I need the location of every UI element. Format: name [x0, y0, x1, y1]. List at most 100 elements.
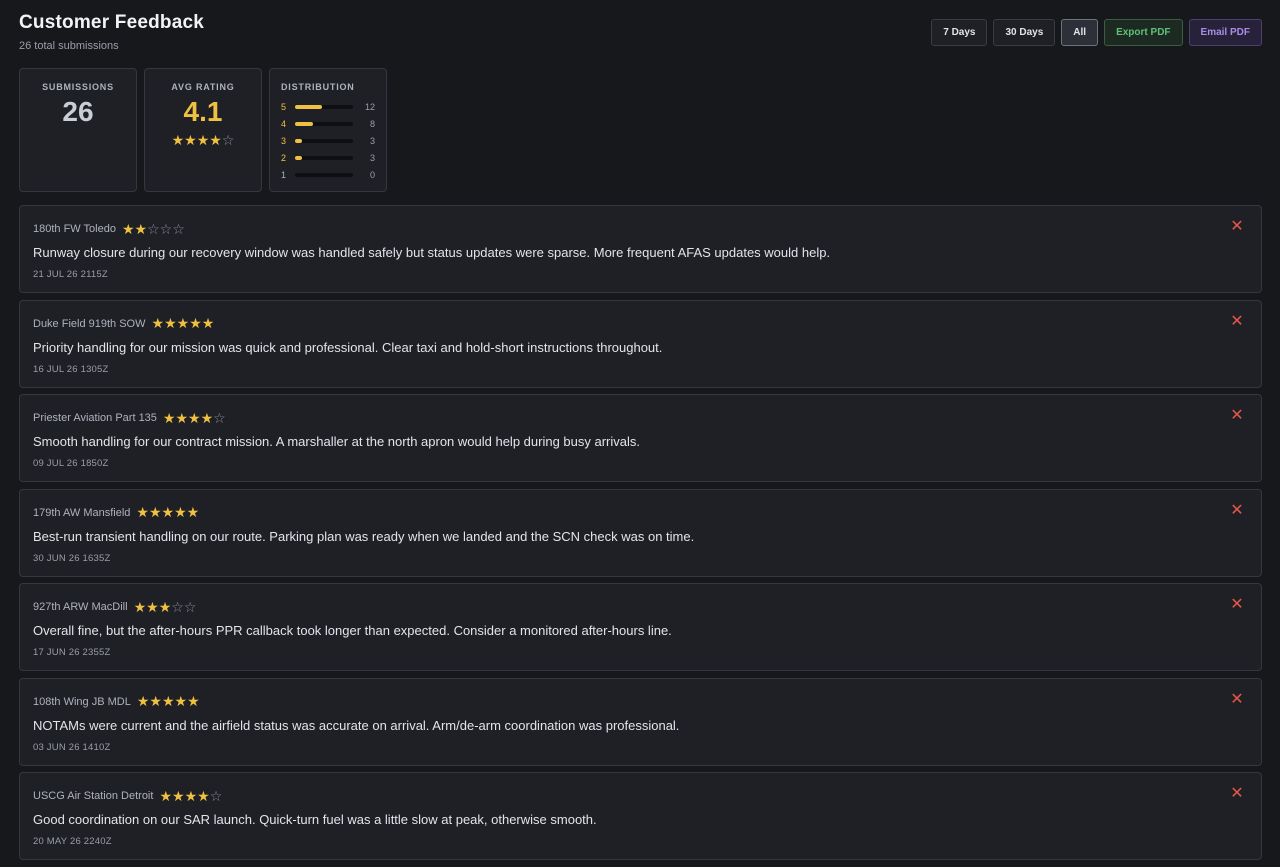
distribution-bar-fill [295, 121, 313, 126]
feedback-comment: Runway closure during our recovery windo… [33, 245, 831, 260]
total-submissions: 26 total submissions [19, 40, 119, 52]
delete-feedback-close-icon[interactable]: ✕ [1230, 691, 1244, 707]
distribution-label: DISTRIBUTION [281, 82, 355, 92]
email-pdf-button[interactable]: Email PDF [1188, 19, 1262, 46]
feedback-header: 927th ARW MacDill ★★★☆☆ [33, 599, 1248, 615]
feedback-header: Duke Field 919th SOW ★★★★★ [33, 315, 1248, 332]
feedback-rating-stars: ★★★★★ [137, 693, 200, 710]
star-filled-icon: ★ [162, 409, 176, 426]
distribution-rows: 5 12 4 8 3 3 2 3 1 0 [270, 98, 386, 183]
star-empty-icon: ☆ [213, 409, 226, 426]
feedback-header: 108th Wing JB MDL ★★★★★ [33, 693, 1248, 710]
feedback-timestamp: 16 JUL 26 1305Z [33, 363, 109, 375]
distribution-count: 8 [369, 118, 375, 129]
feedback-unit-name: 108th Wing JB MDL [33, 695, 131, 708]
star-filled-icon: ★ [164, 315, 177, 331]
star-filled-icon: ★ [171, 132, 185, 148]
star-filled-icon: ★ [201, 315, 215, 331]
distribution-row: 48 [281, 115, 375, 132]
distribution-count: 12 [364, 101, 375, 112]
star-filled-icon: ★ [196, 132, 210, 148]
feedback-unit-name: Priester Aviation Part 135 [33, 412, 157, 424]
page-title: Customer Feedback [19, 12, 205, 33]
star-filled-icon: ★ [136, 504, 149, 520]
star-filled-icon: ★ [121, 220, 135, 237]
star-filled-icon: ★ [176, 315, 190, 331]
feedback-timestamp: 17 JUN 26 2355Z [33, 647, 111, 658]
feedback-rating-stars: ★★★★☆ [159, 788, 222, 805]
feedback-card: 180th FW Toledo ★★☆☆☆ Runway closure durin… [19, 205, 1262, 293]
distribution-bar-track [295, 104, 353, 109]
avg-rating-card: AVG RATING 4.1 ★★★★☆ [144, 68, 262, 192]
feedback-header: USCG Air Station Detroit ★★★★☆ [33, 788, 1248, 804]
feedback-rating-stars: ★★★★★ [152, 315, 215, 332]
star-filled-icon: ★ [172, 787, 185, 804]
distribution-star-level: 5 [281, 101, 287, 112]
feedback-rating-stars: ★★★☆☆ [134, 599, 197, 616]
feedback-comment: Best-run transient handling on our route… [33, 528, 695, 544]
feedback-timestamp: 21 JUL 26 2115Z [33, 269, 108, 280]
delete-feedback-close-icon[interactable]: ✕ [1230, 597, 1244, 613]
feedback-comment: Good coordination on our SAR launch. Qui… [33, 812, 597, 827]
star-filled-icon: ★ [200, 409, 214, 426]
star-empty-icon: ☆ [147, 220, 160, 237]
page-header: Customer Feedback 26 total submissions [19, 12, 204, 52]
star-filled-icon: ★ [174, 693, 188, 709]
distribution-row: 10 [281, 166, 375, 183]
feedback-rating-stars: ★★☆☆☆ [122, 221, 185, 238]
star-filled-icon: ★ [187, 693, 200, 709]
star-filled-icon: ★ [197, 787, 210, 804]
star-filled-icon: ★ [134, 220, 148, 237]
star-filled-icon: ★ [151, 315, 165, 331]
feedback-comment: NOTAMs were current and the airfield sta… [33, 717, 680, 733]
feedback-rating-stars: ★★★★★ [136, 504, 199, 521]
star-filled-icon: ★ [158, 598, 172, 615]
distribution-row: 33 [281, 132, 375, 149]
star-filled-icon: ★ [209, 132, 222, 148]
delete-feedback-close-icon[interactable]: ✕ [1230, 786, 1244, 802]
distribution-row: 5 12 [281, 98, 375, 115]
delete-feedback-close-icon[interactable]: ✕ [1230, 313, 1244, 329]
feedback-rating-stars: ★★★★☆ [163, 410, 226, 427]
star-filled-icon: ★ [159, 787, 172, 804]
star-filled-icon: ★ [174, 504, 187, 520]
feedback-timestamp: 09 JUL 26 1850Z [33, 458, 109, 469]
feedback-card: Duke Field 919th SOW ★★★★★ Priority handli… [19, 299, 1262, 388]
feedback-unit-name: USCG Air Station Detroit [33, 790, 154, 802]
distribution-count: 3 [369, 152, 375, 163]
star-filled-icon: ★ [133, 598, 147, 615]
distribution-count: 3 [369, 135, 375, 146]
feedback-unit-name: 180th FW Toledo [33, 223, 116, 235]
distribution-count: 0 [369, 169, 375, 180]
star-filled-icon: ★ [148, 504, 162, 520]
delete-feedback-close-icon[interactable]: ✕ [1230, 219, 1244, 235]
submissions-label: SUBMISSIONS [42, 82, 114, 92]
feedback-card: 108th Wing JB MDL ★★★★★ NOTAMs were curren… [19, 677, 1262, 766]
feedback-header: 180th FW Toledo ★★☆☆☆ [33, 221, 1248, 237]
delete-feedback-close-icon[interactable]: ✕ [1230, 408, 1244, 424]
star-filled-icon: ★ [136, 693, 150, 709]
star-filled-icon: ★ [189, 315, 202, 331]
feedback-comment: Overall fine, but the after-hours PPR ca… [33, 623, 672, 638]
feedback-list: 180th FW Toledo ★★☆☆☆ Runway closure durin… [19, 205, 1262, 867]
star-empty-icon: ☆ [171, 598, 184, 615]
feedback-card: USCG Air Station Detroit ★★★★☆ Good coordi… [19, 772, 1262, 860]
distribution-star-level: 1 [281, 169, 287, 180]
distribution-star-level: 3 [281, 135, 287, 146]
distribution-bar-fill [295, 138, 302, 143]
feedback-unit-name: 179th AW Mansfield [33, 506, 131, 519]
filter-7-days-button[interactable]: 7 Days [931, 19, 988, 46]
export-pdf-button[interactable]: Export PDF [1104, 19, 1183, 46]
distribution-bar-track [295, 172, 353, 177]
distribution-bar-fill [295, 155, 302, 160]
filter-all-button[interactable]: All [1061, 19, 1099, 46]
star-filled-icon: ★ [149, 693, 162, 709]
star-filled-icon: ★ [188, 409, 201, 426]
star-empty-icon: ☆ [183, 598, 197, 615]
star-filled-icon: ★ [186, 504, 200, 520]
stats-row: SUBMISSIONS 26 AVG RATING 4.1 ★★★★☆ DIST… [19, 68, 387, 192]
feedback-card: 927th ARW MacDill ★★★☆☆ Overall fine, but … [19, 583, 1262, 671]
delete-feedback-close-icon[interactable]: ✕ [1230, 502, 1244, 518]
filter-30-days-button[interactable]: 30 Days [993, 19, 1056, 46]
star-filled-icon: ★ [175, 409, 189, 426]
